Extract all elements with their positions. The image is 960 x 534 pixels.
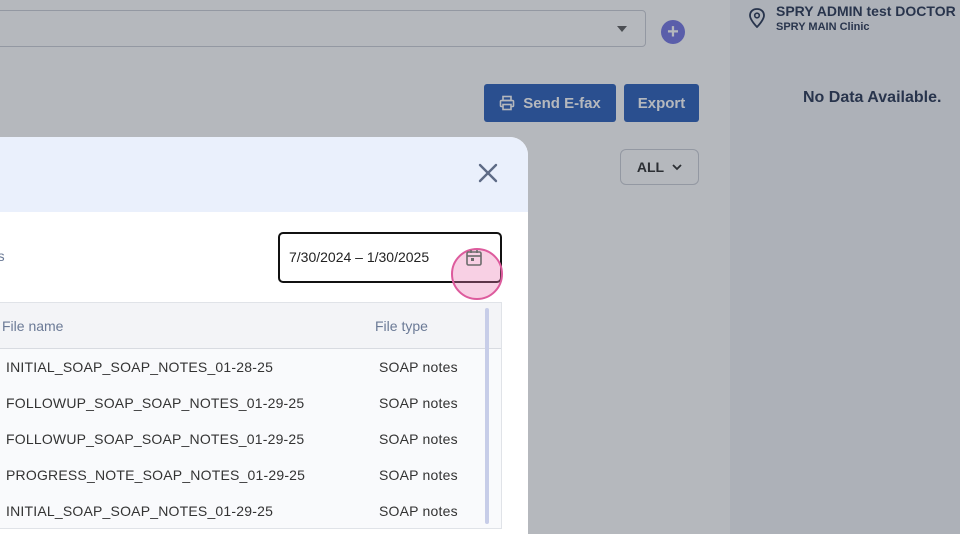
table-row[interactable]: INITIAL_SOAP_SOAP_NOTES_01-28-25 SOAP no… xyxy=(0,349,501,385)
files-table: File name File type INITIAL_SOAP_SOAP_NO… xyxy=(0,302,502,529)
file-name-cell: PROGRESS_NOTE_SOAP_NOTES_01-29-25 xyxy=(6,467,306,483)
file-type-cell: SOAP notes xyxy=(379,395,458,411)
table-row[interactable]: FOLLOWUP_SOAP_SOAP_NOTES_01-29-25 SOAP n… xyxy=(0,421,501,457)
table-row[interactable]: PROGRESS_NOTE_SOAP_NOTES_01-29-25 SOAP n… xyxy=(0,457,501,493)
table-header: File name File type xyxy=(0,303,501,349)
table-row[interactable]: FOLLOWUP_SOAP_SOAP_NOTES_01-29-25 SOAP n… xyxy=(0,385,501,421)
file-name-cell: INITIAL_SOAP_SOAP_NOTES_01-29-25 xyxy=(6,503,274,519)
table-scrollbar[interactable] xyxy=(485,308,489,524)
close-icon[interactable] xyxy=(476,161,500,185)
file-type-cell: SOAP notes xyxy=(379,359,458,375)
file-name-cell: INITIAL_SOAP_SOAP_NOTES_01-28-25 xyxy=(6,359,274,375)
column-header-file-name: File name xyxy=(2,318,64,334)
filter-label: nts xyxy=(0,248,5,264)
modal-header xyxy=(0,137,528,212)
table-row[interactable]: INITIAL_SOAP_SOAP_NOTES_01-29-25 SOAP no… xyxy=(0,493,501,529)
file-type-cell: SOAP notes xyxy=(379,431,458,447)
documents-modal: nts 7/30/2024 – 1/30/2025 File name File… xyxy=(0,137,528,534)
file-type-cell: SOAP notes xyxy=(379,503,458,519)
file-name-cell: FOLLOWUP_SOAP_SOAP_NOTES_01-29-25 xyxy=(6,431,305,447)
date-range-value: 7/30/2024 – 1/30/2025 xyxy=(289,249,430,265)
file-name-cell: FOLLOWUP_SOAP_SOAP_NOTES_01-29-25 xyxy=(6,395,305,411)
column-header-file-type: File type xyxy=(375,318,428,334)
file-type-cell: SOAP notes xyxy=(379,467,458,483)
calendar-icon[interactable] xyxy=(464,248,484,268)
